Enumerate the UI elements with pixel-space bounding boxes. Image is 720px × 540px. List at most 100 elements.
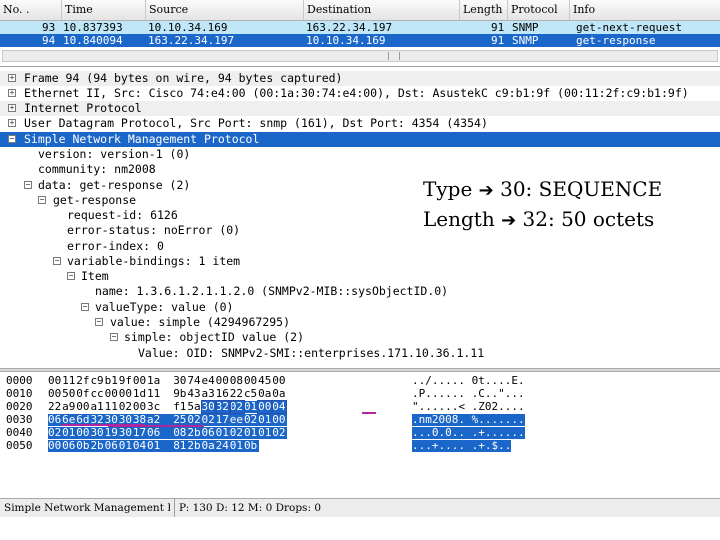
hex-byte[interactable]: cc bbox=[90, 388, 105, 400]
tree-row-oid-value[interactable]: Value: OID: SNMPv2-SMI::enterprises.171.… bbox=[0, 346, 720, 361]
hex-byte[interactable]: f1 bbox=[173, 401, 188, 413]
column-header-destination[interactable]: Destination bbox=[304, 0, 460, 20]
hex-row[interactable]: 0020 22 a9 00 a1 11 02 00 3c f1 5a 30 32 02 01 00 04 "...… bbox=[0, 401, 720, 413]
scrollbar-grip-icon[interactable] bbox=[388, 52, 400, 60]
tree-row-frame[interactable]: + Frame 94 (94 bytes on wire, 94 bytes ca… bbox=[0, 71, 720, 86]
packet-list-horizontal-scrollbar[interactable] bbox=[2, 50, 718, 62]
collapse-icon[interactable]: − bbox=[24, 181, 32, 189]
tree-row-version[interactable]: version: version-1 (0) bbox=[0, 147, 720, 162]
hex-byte[interactable]: 00 bbox=[76, 401, 91, 413]
hex-byte[interactable]: 0b bbox=[76, 440, 92, 452]
collapse-icon[interactable]: − bbox=[81, 303, 89, 311]
hex-row[interactable]: 0000 00 11 2f c9 b1 9f 00 1a 30 74 e4 00 08 00 45 00 ../.… bbox=[0, 375, 720, 387]
column-header-time[interactable]: Time bbox=[62, 0, 146, 20]
tree-row-name[interactable]: name: 1.3.6.1.2.1.1.2.0 (SNMPv2-MIB::sys… bbox=[0, 284, 720, 299]
tree-row-ethernet[interactable]: + Ethernet II, Src: Cisco 74:e4:00 (00:1a… bbox=[0, 86, 720, 101]
hex-byte[interactable]: 00 bbox=[244, 375, 259, 387]
hex-byte[interactable]: 81 bbox=[173, 440, 189, 452]
hex-byte[interactable]: 04 bbox=[132, 440, 148, 452]
tree-row-item[interactable]: − Item bbox=[0, 269, 720, 284]
tree-row-ip[interactable]: + Internet Protocol bbox=[0, 101, 720, 116]
hex-byte[interactable]: 00 bbox=[48, 388, 63, 400]
hex-byte[interactable]: 1d bbox=[133, 388, 148, 400]
hex-byte[interactable]: 17 bbox=[215, 414, 231, 426]
hex-byte[interactable]: 2f bbox=[76, 375, 91, 387]
hex-row[interactable]: 0050 00 06 0b 2b 06 01 04 01 81 2b 0a 24 01 0b ...+....… bbox=[0, 440, 720, 452]
hex-byte[interactable]: 30 bbox=[173, 375, 188, 387]
hex-byte[interactable]: 2b bbox=[187, 440, 203, 452]
hex-byte[interactable]: 0a bbox=[272, 388, 287, 400]
hex-byte[interactable]: 9b bbox=[173, 388, 188, 400]
hex-byte[interactable]: c5 bbox=[244, 388, 259, 400]
hex-byte[interactable]: c9 bbox=[90, 375, 105, 387]
collapse-icon[interactable]: − bbox=[8, 135, 16, 143]
hex-byte[interactable]: 11 bbox=[105, 401, 120, 413]
hex-row[interactable]: 0010 00 50 0f cc 00 00 1d 11 9b 43 a3 16 22 c5 0a 0a .P..… bbox=[0, 388, 720, 400]
hex-byte[interactable]: 00 bbox=[105, 388, 120, 400]
column-header-info[interactable]: Info bbox=[570, 0, 720, 20]
hex-byte[interactable]: 0b bbox=[243, 440, 259, 452]
column-header-protocol[interactable]: Protocol bbox=[508, 0, 570, 20]
hex-byte[interactable]: 01 bbox=[118, 440, 134, 452]
tree-row-udp[interactable]: + User Datagram Protocol, Src Port: snmp … bbox=[0, 116, 720, 131]
tree-row-value[interactable]: − value: simple (4294967295) bbox=[0, 315, 720, 330]
collapse-icon[interactable]: − bbox=[38, 196, 46, 204]
hex-byte[interactable]: 11 bbox=[147, 388, 174, 400]
hex-byte[interactable]: 19 bbox=[104, 427, 120, 439]
hex-byte[interactable]: 06 bbox=[201, 427, 217, 439]
hex-byte[interactable]: 24 bbox=[215, 440, 231, 452]
hex-byte[interactable]: 02 bbox=[243, 414, 259, 426]
expand-icon[interactable]: + bbox=[8, 89, 16, 97]
hex-byte[interactable]: 01 bbox=[147, 440, 175, 452]
hex-byte[interactable]: 00 bbox=[133, 375, 148, 387]
expand-icon[interactable]: + bbox=[8, 104, 16, 112]
packet-list-pane[interactable]: No. . Time Source Destination Length Pro… bbox=[0, 0, 720, 67]
hex-byte[interactable]: 11 bbox=[62, 375, 77, 387]
hex-byte[interactable]: 01 bbox=[258, 427, 274, 439]
hex-byte[interactable]: 74 bbox=[187, 375, 202, 387]
hex-byte[interactable]: b1 bbox=[105, 375, 120, 387]
hex-byte[interactable]: 01 bbox=[243, 427, 259, 439]
hex-byte[interactable]: 01 bbox=[229, 440, 245, 452]
hex-byte[interactable]: 00 bbox=[272, 375, 287, 387]
hex-byte[interactable]: 22 bbox=[48, 401, 63, 413]
hex-byte[interactable]: 02 bbox=[119, 401, 134, 413]
hex-byte[interactable]: a1 bbox=[90, 401, 105, 413]
column-header-source[interactable]: Source bbox=[146, 0, 304, 20]
hex-byte[interactable]: 16 bbox=[216, 388, 231, 400]
tree-row-variable-bindings[interactable]: − variable-bindings: 1 item bbox=[0, 254, 720, 269]
collapse-icon[interactable]: − bbox=[67, 272, 75, 280]
hex-byte[interactable]: 06 bbox=[62, 440, 78, 452]
hex-byte[interactable]: 1a bbox=[147, 375, 174, 387]
hex-byte[interactable]: 17 bbox=[132, 427, 148, 439]
hex-byte[interactable]: 00 bbox=[48, 440, 63, 452]
hex-byte[interactable]: 01 bbox=[62, 427, 78, 439]
hex-byte[interactable]: 02 bbox=[272, 427, 288, 439]
expand-icon[interactable]: + bbox=[8, 74, 16, 82]
hex-byte[interactable]: 01 bbox=[215, 427, 231, 439]
collapse-icon[interactable]: − bbox=[53, 257, 61, 265]
hex-byte[interactable]: ee bbox=[229, 414, 245, 426]
hex-byte[interactable]: 00 bbox=[216, 375, 231, 387]
hex-byte[interactable]: 50 bbox=[62, 388, 77, 400]
hex-byte[interactable]: 08 bbox=[230, 375, 245, 387]
hex-byte[interactable]: 2b bbox=[90, 440, 106, 452]
hex-byte[interactable]: 22 bbox=[230, 388, 245, 400]
hex-byte[interactable]: 06 bbox=[147, 427, 175, 439]
hex-byte[interactable]: 2b bbox=[187, 427, 203, 439]
hex-byte[interactable]: 45 bbox=[258, 375, 273, 387]
hex-byte[interactable]: 30 bbox=[90, 427, 106, 439]
packet-row-selected[interactable]: 94 10.840094 163.22.34.197 10.10.34.169 … bbox=[0, 34, 720, 47]
hex-byte[interactable]: 06 bbox=[104, 440, 120, 452]
hex-byte[interactable]: 30 bbox=[118, 427, 134, 439]
column-header-length[interactable]: Length bbox=[460, 0, 508, 20]
hex-byte[interactable]: 08 bbox=[173, 427, 189, 439]
hex-byte[interactable]: 00 bbox=[119, 388, 134, 400]
collapse-icon[interactable]: − bbox=[110, 333, 118, 341]
hex-byte[interactable]: a3 bbox=[202, 388, 217, 400]
tree-row-valuetype[interactable]: − valueType: value (0) bbox=[0, 300, 720, 315]
column-header-no[interactable]: No. . bbox=[0, 0, 62, 20]
hex-byte[interactable]: 0a bbox=[258, 388, 273, 400]
hex-byte[interactable]: 02 bbox=[48, 427, 63, 439]
hex-byte[interactable]: 9f bbox=[119, 375, 134, 387]
